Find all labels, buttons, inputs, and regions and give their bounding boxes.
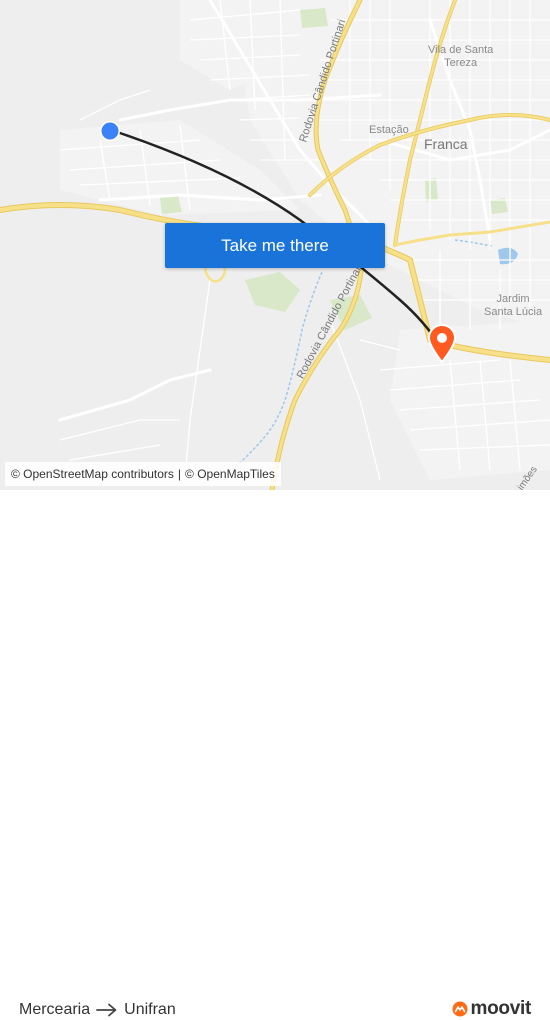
route-summary: Mercearia Unifran	[19, 1001, 176, 1019]
openmaptiles-attribution-link[interactable]: © OpenMapTiles	[185, 467, 275, 481]
destination-name: Unifran	[124, 1001, 176, 1018]
attribution-separator: |	[177, 467, 182, 481]
moovit-logo-icon	[452, 1001, 468, 1017]
arrow-right-icon	[96, 1003, 118, 1017]
origin-marker-icon[interactable]	[98, 119, 122, 143]
map-attribution: © OpenStreetMap contributors | © OpenMap…	[5, 462, 281, 486]
footer: Mercearia Unifran moovit	[0, 490, 550, 1019]
moovit-logo: moovit	[452, 998, 531, 1020]
take-me-there-button[interactable]: Take me there	[165, 223, 385, 268]
destination-marker-icon[interactable]	[427, 324, 457, 364]
map[interactable]: Vila de Santa Tereza Franca Estação Jardi…	[0, 0, 550, 490]
osm-attribution-link[interactable]: © OpenStreetMap contributors	[11, 467, 174, 481]
origin-name: Mercearia	[19, 1001, 91, 1018]
moovit-wordmark: moovit	[470, 998, 532, 1019]
